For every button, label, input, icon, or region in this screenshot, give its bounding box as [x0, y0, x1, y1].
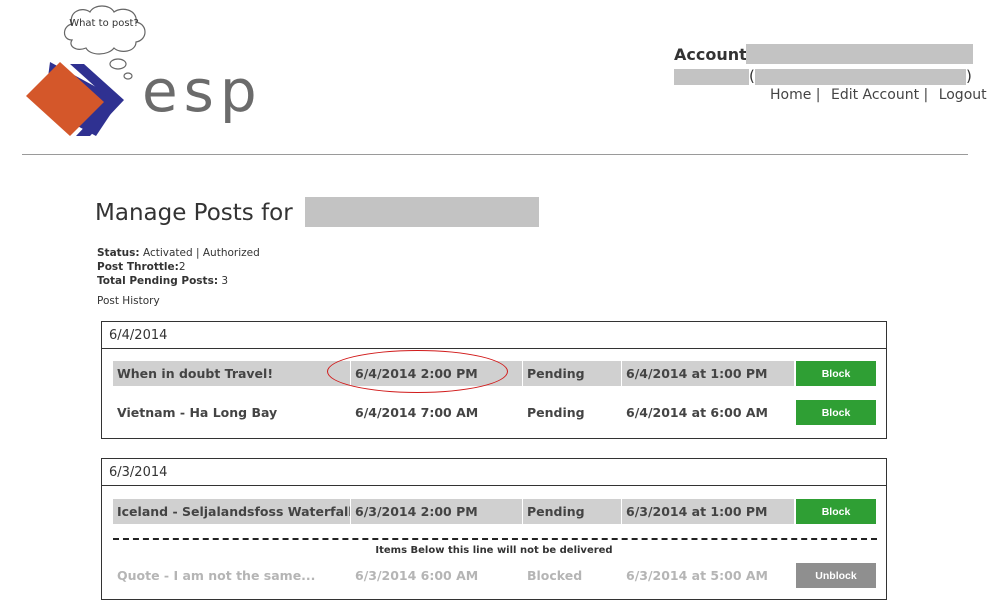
group-date: 6/4/2014: [109, 328, 168, 343]
pending-line: Total Pending Posts: 3: [97, 275, 228, 287]
redacted-account-name: [746, 44, 973, 64]
post-created-time: 6/4/2014 at 1:00 PM: [622, 361, 794, 386]
nav-logout-link[interactable]: Logout: [939, 87, 987, 103]
post-title: Iceland - Seljalandsfoss Waterfall: [113, 499, 350, 524]
post-created-time: 6/4/2014 at 6:00 AM: [626, 405, 768, 420]
nav-separator: |: [923, 87, 929, 103]
pending-value: 3: [221, 275, 229, 287]
post-scheduled-time: 6/4/2014 7:00 AM: [355, 405, 479, 420]
post-created-time: 6/3/2014 at 5:00 AM: [626, 568, 768, 583]
post-created-time: 6/3/2014 at 1:00 PM: [622, 499, 794, 524]
post-title: When in doubt Travel!: [113, 361, 350, 386]
open-paren: (: [749, 67, 755, 85]
highlight-ellipse: [327, 350, 508, 393]
throttle-line: Post Throttle:2: [97, 261, 186, 273]
nav-edit-account-link[interactable]: Edit Account: [831, 87, 919, 103]
delivery-cutoff-line: [113, 538, 877, 540]
post-status: Pending: [523, 499, 621, 524]
post-title: Vietnam - Ha Long Bay: [117, 405, 278, 420]
post-title: Quote - I am not the same...: [117, 568, 316, 583]
block-button[interactable]: Block: [796, 400, 876, 425]
nav-separator: |: [815, 87, 821, 103]
account-label: Account:: [674, 45, 754, 64]
top-nav: Home | Edit Account | Logout: [770, 87, 987, 103]
status-value: Activated | Authorized: [142, 247, 260, 259]
block-button[interactable]: Block: [796, 499, 876, 524]
group-header-divider: [102, 485, 886, 486]
delivery-cutoff-note: Items Below this line will not be delive…: [375, 545, 613, 556]
group-header-divider: [102, 348, 886, 349]
pending-label: Total Pending Posts:: [97, 275, 219, 287]
post-scheduled-time: 6/3/2014 2:00 PM: [351, 499, 522, 524]
date-group: 6/3/2014 Iceland - Seljalandsfoss Waterf…: [101, 458, 887, 600]
post-scheduled-time: 6/3/2014 6:00 AM: [355, 568, 479, 583]
unblock-button[interactable]: Unblock: [796, 563, 876, 588]
redacted-email: [755, 69, 966, 85]
status-line: Status: Activated | Authorized: [97, 247, 260, 259]
redacted-username: [674, 69, 749, 85]
brand-name: esp: [142, 57, 263, 125]
esp-chevron-icon: [26, 62, 124, 136]
post-status: Pending: [527, 405, 585, 420]
post-status: Pending: [523, 361, 621, 386]
page-title: Manage Posts for: [95, 200, 293, 226]
close-paren: ): [966, 67, 972, 85]
post-history-label: Post History: [97, 295, 160, 307]
throttle-label: Post Throttle:: [97, 261, 179, 273]
block-button[interactable]: Block: [796, 361, 876, 386]
throttle-value: 2: [178, 261, 186, 273]
status-label: Status:: [97, 247, 140, 259]
post-status: Blocked: [527, 568, 583, 583]
bubble-text: What to post?: [69, 18, 139, 29]
redacted-account-title: [305, 197, 539, 227]
header-divider: [22, 154, 968, 155]
nav-home-link[interactable]: Home: [770, 87, 811, 103]
group-date: 6/3/2014: [109, 465, 168, 480]
